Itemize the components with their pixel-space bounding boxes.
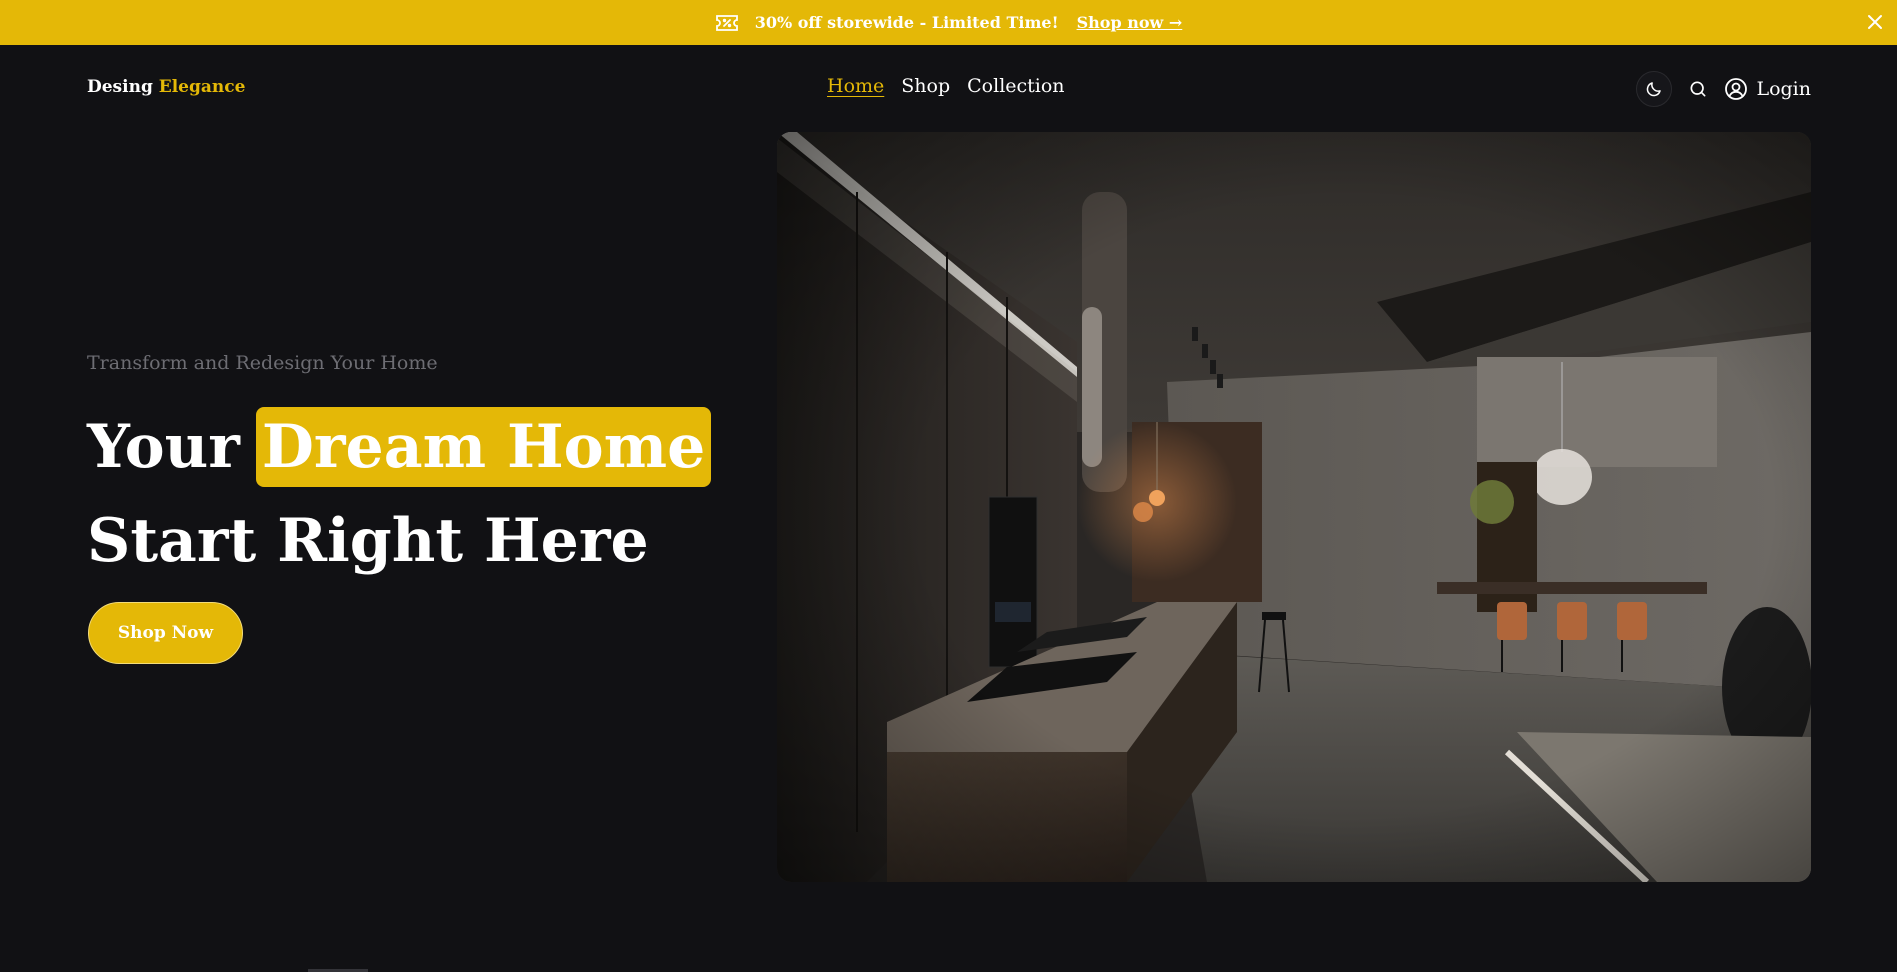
main-nav: Home Shop Collection — [827, 75, 1065, 97]
search-button[interactable] — [1682, 73, 1714, 105]
nav-home[interactable]: Home — [827, 75, 884, 97]
logo-accent: Elegance — [158, 77, 246, 97]
moon-icon — [1647, 82, 1662, 97]
hero-image — [777, 132, 1811, 882]
ticket-icon — [715, 14, 739, 32]
logo[interactable]: Desing Elegance — [87, 77, 245, 97]
headline-plain: Your — [87, 412, 240, 482]
close-icon[interactable] — [1863, 10, 1887, 34]
headline-highlight: Dream Home — [255, 407, 712, 487]
shop-now-link[interactable]: Shop now → — [1077, 13, 1183, 32]
shop-now-button[interactable]: Shop Now — [88, 602, 243, 664]
hero-headline: Your Dream Home Start Right Here — [87, 400, 712, 588]
nav-shop[interactable]: Shop — [901, 75, 950, 97]
logo-primary: Desing — [87, 77, 153, 97]
hero-eyebrow: Transform and Redesign Your Home — [87, 352, 438, 374]
theme-toggle-button[interactable] — [1636, 71, 1673, 107]
announcement-bar: 30% off storewide - Limited Time! Shop n… — [0, 0, 1897, 45]
login-label: Login — [1756, 78, 1811, 100]
site-header: Desing Elegance Home Shop Collection Log… — [0, 45, 1897, 131]
user-circle-icon — [1725, 78, 1748, 100]
announcement-message: 30% off storewide - Limited Time! — [754, 13, 1059, 32]
login-button[interactable]: Login — [1724, 77, 1811, 101]
headline-line-1: Your Dream Home — [87, 400, 712, 494]
headline-line-2: Start Right Here — [87, 506, 649, 576]
header-actions: Login — [1636, 71, 1811, 107]
nav-collection[interactable]: Collection — [967, 75, 1064, 97]
search-icon — [1690, 81, 1706, 97]
